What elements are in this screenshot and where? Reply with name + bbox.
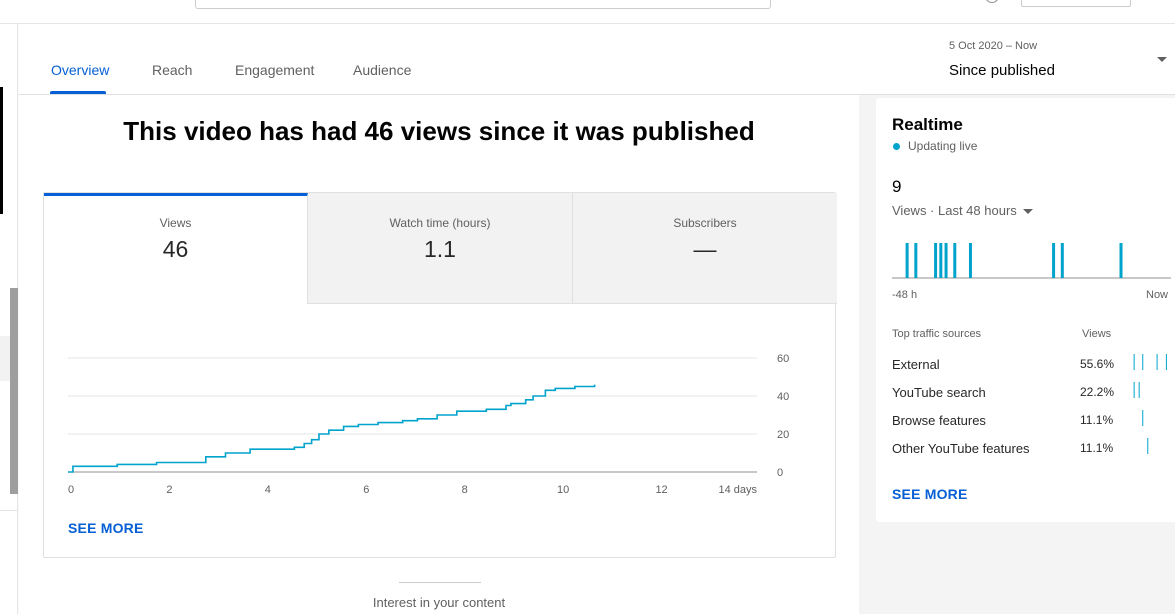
realtime-bar-chart — [892, 243, 1171, 279]
traffic-source-name: Browse features — [892, 413, 986, 428]
traffic-source-sparkline — [1133, 382, 1140, 398]
traffic-source-pct: 22.2% — [1080, 385, 1115, 399]
x-tick-label: 4 — [265, 484, 271, 496]
realtime-count: 9 — [892, 177, 902, 196]
sidebar-scrollbar[interactable] — [10, 288, 18, 494]
live-dot-icon — [893, 143, 900, 150]
tab-bar: Overview Reach Engagement Audience 5 Oct… — [19, 24, 1175, 95]
metric-value: — — [693, 236, 717, 262]
realtime-bar — [1052, 243, 1056, 278]
traffic-source-sparkline — [1147, 438, 1149, 454]
traffic-sources-header: Top traffic sources — [892, 328, 982, 340]
metric-tab-watch-time[interactable]: Watch time (hours) 1.1 — [308, 193, 573, 304]
traffic-source-pct: 11.1% — [1080, 413, 1114, 427]
sidebar-item-highlight[interactable] — [0, 336, 10, 381]
caret-down-icon[interactable] — [1157, 57, 1167, 62]
date-range-text: 5 Oct 2020 – Now — [949, 40, 1038, 52]
traffic-views-header: Views — [1082, 328, 1112, 340]
metric-label: Watch time (hours) — [389, 216, 491, 230]
active-tab-indicator — [50, 91, 106, 94]
traffic-source-sparkline — [1142, 410, 1144, 426]
realtime-bar — [1119, 243, 1123, 278]
help-icon[interactable] — [985, 0, 999, 3]
top-bar — [0, 0, 1175, 24]
realtime-title: Realtime — [892, 115, 963, 134]
realtime-bar — [905, 243, 909, 278]
x-tick-label: 8 — [462, 484, 468, 496]
metric-label: Subscribers — [673, 216, 737, 230]
traffic-source-pct: 11.1% — [1080, 441, 1114, 455]
sidebar-active-indicator — [0, 87, 3, 214]
realtime-bar — [944, 243, 948, 278]
realtime-axis-start: -48 h — [892, 289, 918, 301]
date-range-dropdown[interactable]: Since published — [949, 62, 1055, 79]
realtime-axis-end: Now — [1146, 289, 1169, 301]
x-tick-label: 14 days — [718, 484, 757, 496]
realtime-bar — [934, 243, 938, 278]
search-input[interactable] — [195, 0, 771, 9]
tab-engagement[interactable]: Engagement — [235, 62, 314, 78]
traffic-source-row: External 55.6% — [876, 354, 1175, 377]
realtime-bar — [939, 243, 943, 278]
x-tick-label: 12 — [655, 484, 667, 496]
realtime-see-more-link[interactable]: SEE MORE — [892, 486, 968, 502]
x-tick-label: 2 — [166, 484, 172, 496]
y-tick-label: 60 — [777, 353, 789, 365]
traffic-source-row: Browse features 11.1% — [876, 410, 1175, 433]
metric-tab-subscribers[interactable]: Subscribers — — [573, 193, 837, 304]
traffic-source-sparkline — [1133, 354, 1167, 370]
metric-value: 46 — [162, 236, 189, 262]
sidebar-divider — [0, 510, 18, 511]
realtime-bar — [914, 243, 918, 278]
channel-select[interactable] — [1021, 0, 1131, 7]
metrics-card: Views 46 Watch time (hours) 1.1 Subscrib… — [43, 192, 837, 558]
page-title: This video has had 46 views since it was… — [123, 116, 755, 146]
realtime-bar — [968, 243, 972, 278]
traffic-source-row: Other YouTube features 11.1% — [876, 438, 1175, 461]
realtime-period-dropdown[interactable]: Views · Last 48 hours — [892, 203, 1017, 218]
metric-value: 1.1 — [424, 236, 456, 262]
caret-down-icon[interactable] — [1023, 209, 1033, 214]
section-heading: Interest in your content — [372, 595, 506, 610]
traffic-source-row: YouTube search 22.2% — [876, 382, 1175, 405]
tab-audience[interactable]: Audience — [353, 62, 411, 78]
x-tick-label: 0 — [68, 484, 74, 496]
x-tick-label: 6 — [363, 484, 369, 496]
metric-tab-views[interactable]: Views 46 — [44, 193, 308, 304]
section-divider — [399, 582, 481, 583]
traffic-source-name: Other YouTube features — [892, 441, 1030, 456]
traffic-source-name: YouTube search — [892, 385, 986, 400]
y-tick-label: 20 — [777, 429, 789, 441]
tab-reach[interactable]: Reach — [152, 62, 192, 78]
realtime-status: Updating live — [908, 139, 978, 153]
views-series-line — [68, 384, 596, 473]
y-tick-label: 40 — [777, 391, 789, 403]
realtime-card: Realtime Updating live 9 Views · Last 48… — [876, 98, 1175, 522]
views-line-chart: 0 20 40 60 0 2 4 6 8 10 12 14 days — [68, 353, 789, 496]
see-more-link[interactable]: SEE MORE — [68, 520, 144, 536]
realtime-bar — [1060, 243, 1064, 278]
traffic-source-pct: 55.6% — [1080, 357, 1115, 371]
realtime-bar — [953, 243, 957, 278]
tab-overview[interactable]: Overview — [51, 62, 109, 78]
channel-logo-icon — [1148, 0, 1175, 6]
overview-main: This video has had 46 views since it was… — [19, 95, 859, 614]
metric-label: Views — [159, 216, 192, 230]
traffic-source-name: External — [892, 357, 940, 372]
y-tick-label: 0 — [777, 467, 783, 479]
x-tick-label: 10 — [557, 484, 569, 496]
